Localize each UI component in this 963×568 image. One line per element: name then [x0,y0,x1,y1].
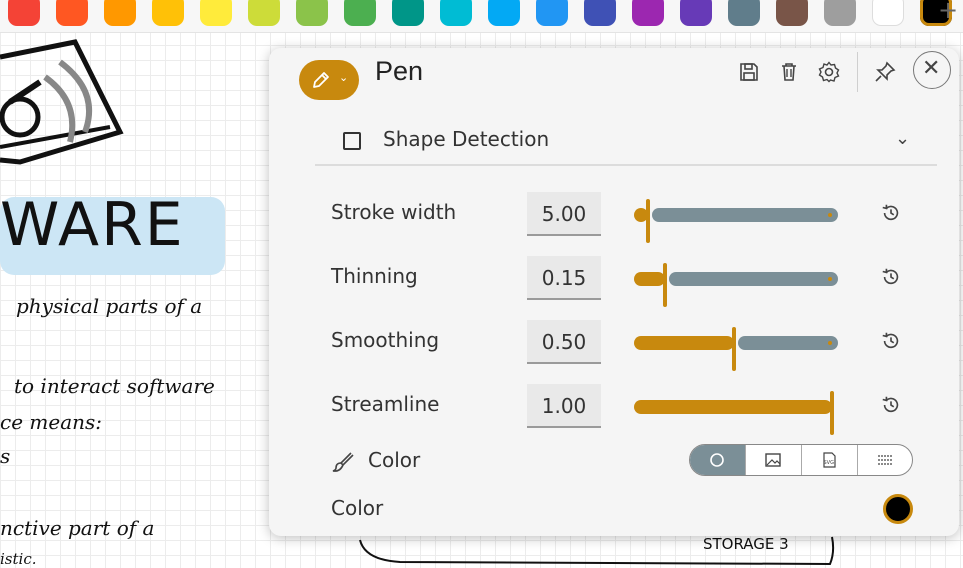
color-section-label: Color [368,448,421,472]
slider-end-marker [828,213,832,217]
setting-value-input[interactable]: 0.50 [527,320,601,364]
color-picker-swatch[interactable] [883,494,913,524]
pen-settings-panel: ⌄ Pen ✕ Shape Detection ⌄ Stroke width 5.… [269,48,959,536]
shape-detection-label: Shape Detection [383,127,550,151]
palette-swatch[interactable] [392,0,424,26]
shape-detection-checkbox[interactable] [343,132,361,150]
pencil-icon [313,72,329,88]
header-divider [857,52,858,92]
palette-swatch[interactable] [632,0,664,26]
slider-thumb[interactable] [830,391,834,435]
setting-row: Smoothing 0.50 [269,316,959,371]
slider-end-marker [828,341,832,345]
note-line-1: physical parts of a [16,294,203,318]
close-icon: ✕ [922,56,941,81]
palette-swatch[interactable] [680,0,712,26]
setting-row: Streamline 1.00 [269,380,959,435]
palette-swatch[interactable] [104,0,136,26]
tool-selector-button[interactable]: ⌄ [299,60,359,100]
palette-swatch[interactable] [872,0,904,26]
chevron-down-icon: ⌄ [339,71,349,84]
slider-fill [634,400,832,414]
delete-icon[interactable] [777,60,801,84]
slider-fill [634,336,734,350]
palette-swatch[interactable] [584,0,616,26]
slider-fill [634,272,665,286]
note-line-5: nctive part of a [0,516,155,540]
setting-value-input[interactable]: 5.00 [527,192,601,236]
setting-label: Stroke width [331,200,457,224]
color-palette: + [0,0,963,33]
palette-swatch[interactable] [152,0,184,26]
color-setting-label: Color [331,496,384,520]
palette-swatch[interactable] [728,0,760,26]
svg-text:SVG: SVG [824,460,835,466]
palette-swatch[interactable] [296,0,328,26]
setting-value-input[interactable]: 1.00 [527,384,601,428]
palette-swatch[interactable] [200,0,232,26]
setting-label: Streamline [331,392,440,416]
reset-history-icon[interactable] [880,394,902,416]
setting-slider[interactable] [634,263,838,307]
color-mode-selector: SVG [689,444,913,476]
color-mode-svg[interactable]: SVG [802,445,858,475]
palette-swatch[interactable] [776,0,808,26]
storage-label: STORAGE 3 [703,535,789,553]
setting-label: Thinning [331,264,418,288]
close-button[interactable]: ✕ [913,51,951,89]
image-icon [765,453,781,467]
setting-row: Thinning 0.15 [269,252,959,307]
slider-thumb[interactable] [646,199,650,243]
color-mode-pattern[interactable] [858,445,912,475]
note-line-6: istic. [0,550,37,568]
svg-icon: SVG [823,452,836,468]
panel-title: Pen [375,56,424,86]
slider-track [669,272,838,286]
chevron-down-icon[interactable]: ⌄ [895,128,910,149]
pattern-icon [878,455,892,465]
setting-row: Stroke width 5.00 [269,188,959,243]
setting-slider[interactable] [634,327,838,371]
reset-history-icon[interactable] [880,266,902,288]
palette-swatch[interactable] [248,0,280,26]
heading-text: WARE [0,190,185,260]
setting-label: Smoothing [331,328,440,352]
add-color-icon[interactable]: + [938,0,958,24]
note-line-2: to interact software [14,374,215,398]
setting-value-input[interactable]: 0.15 [527,256,601,300]
setting-slider[interactable] [634,391,838,435]
note-line-4: s [0,444,11,468]
shape-detection-row[interactable]: Shape Detection ⌄ [315,116,937,166]
save-icon[interactable] [737,60,761,84]
palette-swatch[interactable] [56,0,88,26]
note-line-3: ce means: [0,410,103,434]
reset-history-icon[interactable] [880,330,902,352]
brush-icon [332,452,354,472]
palette-swatch[interactable] [8,0,40,26]
slider-thumb[interactable] [663,263,667,307]
circle-icon [710,453,724,467]
slider-track [738,336,838,350]
palette-swatch[interactable] [488,0,520,26]
slider-track [652,208,838,222]
color-mode-image[interactable] [746,445,802,475]
setting-slider[interactable] [634,199,838,243]
color-section-row: Color SVG [269,442,959,482]
slider-end-marker [828,277,832,281]
palette-swatch[interactable] [824,0,856,26]
palette-swatch[interactable] [440,0,472,26]
palette-swatch[interactable] [344,0,376,26]
palette-swatch[interactable] [536,0,568,26]
slider-thumb[interactable] [732,327,736,371]
settings-icon[interactable] [817,60,841,84]
reset-history-icon[interactable] [880,202,902,224]
color-mode-solid[interactable] [690,445,746,475]
pin-icon[interactable] [873,60,897,84]
